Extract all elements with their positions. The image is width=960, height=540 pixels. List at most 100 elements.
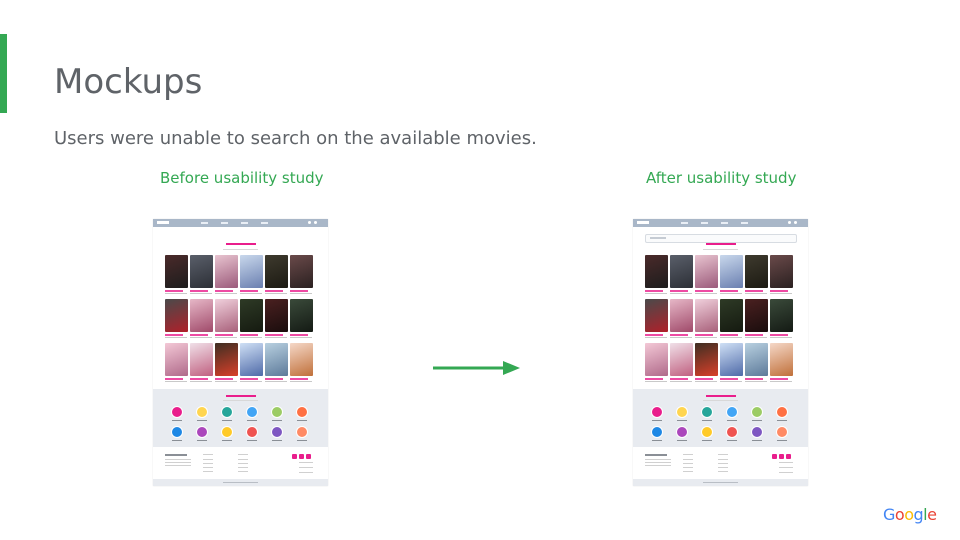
mock-featured-subtitle [223,249,258,250]
mock-genre-icon [751,406,763,418]
mock-movie-poster [770,299,793,332]
mock-movie-meta [240,337,262,338]
mock-movie-meta [290,381,312,382]
mock-genre-icon [726,426,738,438]
after-study-label: After usability study [646,169,797,187]
mock-movie-meta [265,381,287,382]
mock-movie-poster [240,255,263,288]
mock-logo [157,221,169,224]
mock-footer-link [238,463,248,464]
mock-movie-meta [670,293,692,294]
mock-genre-icon [196,406,208,418]
mock-genres-section [633,389,808,447]
mock-movie-caption [720,378,738,380]
mock-movie-poster [695,343,718,376]
mock-genre-label [197,420,207,421]
mock-genre-label [727,440,737,441]
mock-movie-meta [240,381,262,382]
mock-movie-meta [745,293,767,294]
mock-genre-icon [701,426,713,438]
mock-genre-label [297,440,307,441]
mock-movie-caption [190,378,208,380]
mock-genre-label [727,420,737,421]
mock-movie-caption [670,290,688,292]
mock-nav-link [241,222,248,224]
mock-movie-caption [720,290,738,292]
mock-genre-label [172,420,182,421]
mock-featured-subtitle [703,249,738,250]
google-logo-letter: o [904,505,914,524]
mock-footer-link [683,471,693,472]
mock-movie-meta [745,381,767,382]
mock-nav-bar [153,219,328,227]
mock-footer-link [683,454,693,455]
mock-genres-subtitle [223,400,258,401]
mock-movie-caption [770,290,788,292]
mock-nav-bar [633,219,808,227]
mock-footer-brand [165,454,187,456]
mock-movie-caption [695,378,713,380]
mock-genre-icon [701,406,713,418]
mock-footer-text [645,462,671,463]
arrow-right-icon [433,361,520,375]
mock-genre-label [677,420,687,421]
mock-genre-label [702,440,712,441]
mock-movie-caption [165,290,183,292]
mock-movie-meta [265,293,287,294]
mock-footer-link [718,471,728,472]
mock-movie-poster [670,343,693,376]
mock-search-bar [645,234,797,243]
mock-movie-meta [215,337,237,338]
mock-genre-icon [676,406,688,418]
mock-genre-label [777,420,787,421]
mock-nav-link [701,222,708,224]
mock-nav-icon [314,221,317,224]
mock-social-icon [779,454,784,459]
mock-genres-subtitle [703,400,738,401]
mock-footer-link [238,467,248,468]
mock-movie-caption [290,378,308,380]
mock-movie-poster [190,299,213,332]
mock-footer-link [203,471,213,472]
mock-movie-caption [290,334,308,336]
accent-bar [0,34,7,113]
mock-movie-poster [290,343,313,376]
mock-genres-title [153,395,328,398]
mock-footer-link [718,459,728,460]
mock-social-icon [786,454,791,459]
mock-movie-poster [720,299,743,332]
mock-genres-section [153,389,328,447]
mock-movie-poster [215,343,238,376]
mock-genre-icon [651,406,663,418]
google-logo-letter: g [913,505,924,524]
mock-genre-icon [296,426,308,438]
mock-genre-icon [751,426,763,438]
mock-genre-label [652,420,662,421]
mock-footer-brand [645,454,667,456]
mock-movie-caption [265,334,283,336]
mock-movie-poster [770,343,793,376]
mock-genre-icon [221,426,233,438]
mock-social-icon [306,454,311,459]
mock-movie-meta [290,293,312,294]
mock-movie-meta [190,293,212,294]
mock-movie-poster [190,343,213,376]
mock-copyright-text [223,482,258,483]
mock-genre-label [197,440,207,441]
mock-movie-meta [745,337,767,338]
mock-movie-poster [190,255,213,288]
mock-social-icon [299,454,304,459]
mock-movie-caption [165,334,183,336]
mock-genre-label [222,440,232,441]
google-logo-letter: o [894,505,905,524]
mock-footer-link [203,467,213,468]
mock-social-icon [772,454,777,459]
mock-movie-poster [215,299,238,332]
mock-movie-poster [745,255,768,288]
mock-genre-label [297,420,307,421]
mock-movie-caption [745,334,763,336]
mock-movie-meta [165,293,187,294]
mock-movie-poster [670,299,693,332]
mock-movie-meta [695,337,717,338]
mock-footer-contact [299,462,313,463]
